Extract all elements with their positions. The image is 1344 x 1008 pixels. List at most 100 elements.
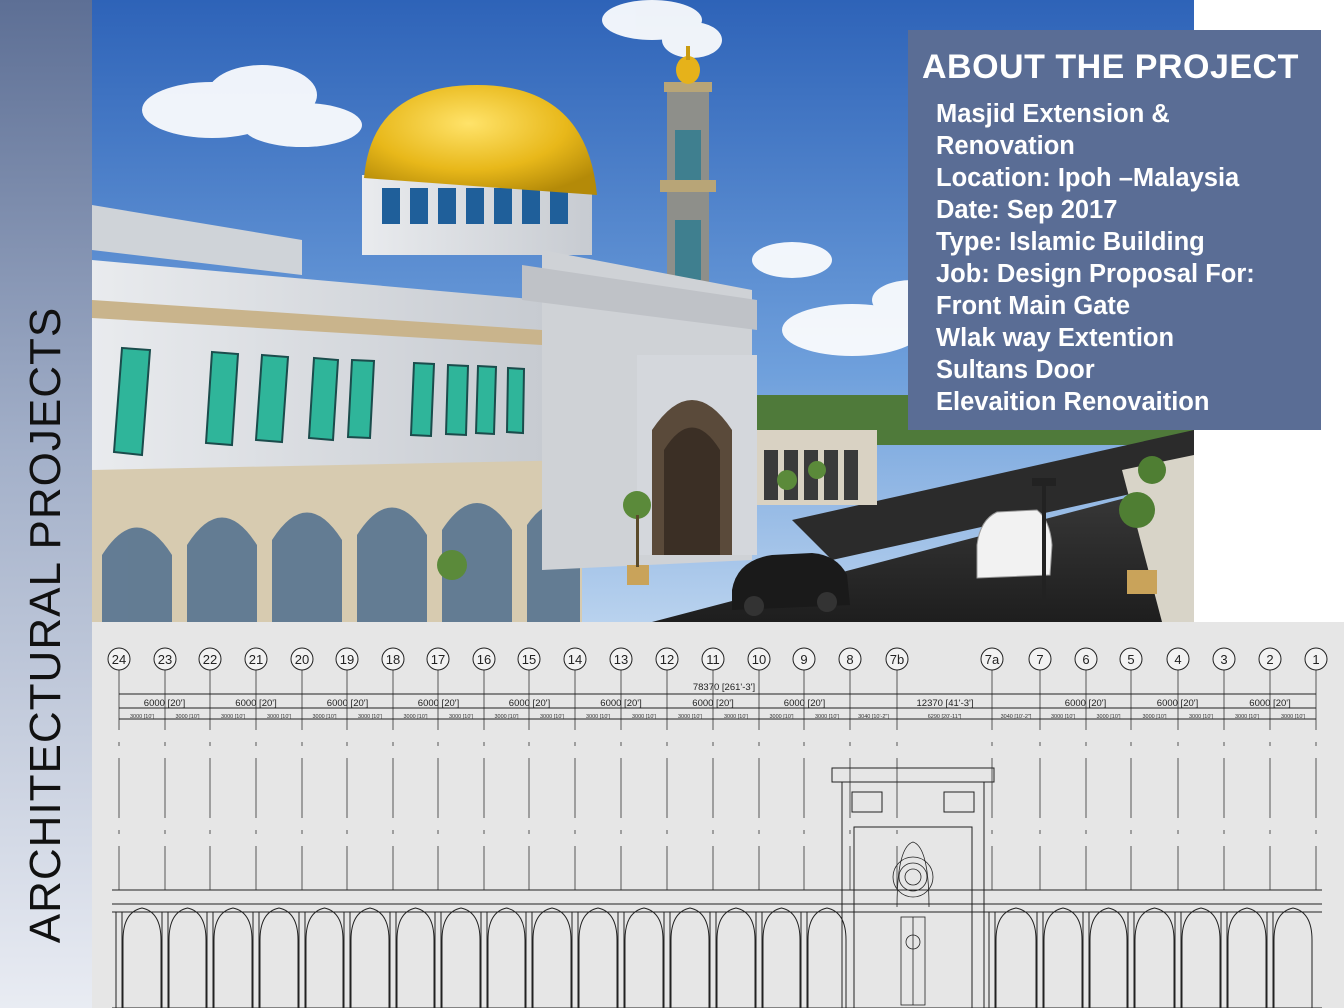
bay-dimension: 6000 [20'] xyxy=(600,698,641,709)
grid-label: 24 xyxy=(112,652,126,667)
column xyxy=(1036,911,1044,1008)
grid-label: 7b xyxy=(890,652,904,667)
grid-label: 19 xyxy=(340,652,354,667)
arch xyxy=(716,907,756,1008)
about-line: Job: Design Proposal For: xyxy=(936,260,1255,288)
arch xyxy=(1134,907,1175,1008)
arch xyxy=(807,907,847,1008)
sub-dimension: 3000 [10'] xyxy=(449,714,473,720)
arch xyxy=(762,907,801,1008)
sub-dimension: 3040 [10'-2"] xyxy=(858,714,889,720)
column xyxy=(1082,911,1090,1008)
bay-dimension: 6000 [20'] xyxy=(509,698,550,709)
column xyxy=(1174,911,1182,1008)
sub-dimension: 3000 [10'] xyxy=(267,714,291,720)
grid-label: 7 xyxy=(1036,652,1043,667)
about-line: Front Main Gate xyxy=(936,292,1131,320)
column xyxy=(115,911,123,1008)
overall-dimension: 78370 [261'-3'] xyxy=(693,682,755,693)
column xyxy=(800,911,808,1008)
sub-dimension: 3000 [10'] xyxy=(130,714,154,720)
column xyxy=(1266,911,1274,1008)
grid-label: 21 xyxy=(249,652,263,667)
arch xyxy=(122,907,162,1008)
column xyxy=(755,911,763,1008)
column xyxy=(663,911,671,1008)
bay-dimension: 6000 [20'] xyxy=(327,698,368,709)
column xyxy=(298,911,306,1008)
arch xyxy=(1043,907,1083,1008)
grid-label: 4 xyxy=(1174,652,1181,667)
column xyxy=(709,911,717,1008)
sub-dimension: 3000 [10'] xyxy=(678,714,702,720)
grid-label: 6 xyxy=(1082,652,1089,667)
bay-dimension: 6000 [20'] xyxy=(692,698,733,709)
sub-dimension: 3000 [10'] xyxy=(724,714,748,720)
sub-dimension: 3000 [10'] xyxy=(495,714,519,720)
arch xyxy=(995,907,1037,1008)
arch xyxy=(532,907,572,1008)
grid-label: 18 xyxy=(386,652,400,667)
sub-dimension: 3000 [10'] xyxy=(632,714,656,720)
grid-label: 5 xyxy=(1127,652,1134,667)
elevation-drawing: 24 23 22 21 20 19 18 17 16 15 14 13 12 11 10 9 8 7b 7a 7 6 5 4… xyxy=(92,622,1344,1008)
arch xyxy=(441,907,481,1008)
arch xyxy=(259,907,299,1008)
arch xyxy=(168,907,207,1008)
arch xyxy=(1181,907,1221,1008)
sub-dimension: 3000 [10'] xyxy=(1143,714,1167,720)
column xyxy=(617,911,625,1008)
grid-label: 20 xyxy=(295,652,309,667)
bay-dimension: 6000 [20'] xyxy=(1249,698,1290,709)
column xyxy=(525,911,533,1008)
bay-dimension: 6000 [20'] xyxy=(235,698,276,709)
arch xyxy=(1273,907,1313,1008)
about-line: Type: Islamic Building xyxy=(936,228,1205,256)
grid-label: 3 xyxy=(1220,652,1227,667)
bay-dimension: 6000 [20'] xyxy=(784,698,825,709)
sub-dimension: 3000 [10'] xyxy=(1235,714,1259,720)
sub-dimension: 3000 [10'] xyxy=(1281,714,1305,720)
grid-label: 10 xyxy=(752,652,766,667)
grid-label: 17 xyxy=(431,652,445,667)
column xyxy=(988,911,996,1008)
grid-label: 1 xyxy=(1312,652,1319,667)
about-line: Elevaition Renovaition xyxy=(936,388,1210,416)
sub-dimension: 3000 [10'] xyxy=(770,714,794,720)
grid-label: 12 xyxy=(660,652,674,667)
sub-dimension: 3000 [10'] xyxy=(1051,714,1075,720)
about-panel: ABOUT THE PROJECT Masjid Extension & Ren… xyxy=(908,30,1321,430)
arch xyxy=(578,907,618,1008)
column xyxy=(434,911,442,1008)
grid-label: 13 xyxy=(614,652,628,667)
about-line: Renovation xyxy=(936,132,1075,160)
grid-label: 16 xyxy=(477,652,491,667)
grid-label: 22 xyxy=(203,652,217,667)
grid-label: 9 xyxy=(800,652,807,667)
column xyxy=(1127,911,1135,1008)
grid-label: 23 xyxy=(158,652,172,667)
grid-label: 2 xyxy=(1266,652,1273,667)
sub-dimension: 6290 [20'-11"] xyxy=(928,714,962,720)
bay-dimension: 6000 [20'] xyxy=(144,698,185,709)
sub-dimension: 3000 [10'] xyxy=(540,714,564,720)
arch xyxy=(1089,907,1128,1008)
side-title: ARCHITECTURAL PROJECTS xyxy=(21,306,70,944)
bay-dimension: 6000 [20'] xyxy=(1157,698,1198,709)
grid-label: 7a xyxy=(985,652,1000,667)
arch xyxy=(670,907,710,1008)
about-line: Date: Sep 2017 xyxy=(936,196,1118,224)
sub-dimension: 3000 [10'] xyxy=(586,714,610,720)
sub-dimension: 3000 [10'] xyxy=(1097,714,1121,720)
arch xyxy=(1227,907,1267,1008)
about-line: Wlak way Extention xyxy=(936,324,1175,352)
sub-dimension: 3040 [10'-2"] xyxy=(1001,714,1032,720)
about-line: Location: Ipoh –Malaysia xyxy=(936,164,1240,192)
sub-dimension: 3000 [10'] xyxy=(404,714,428,720)
sub-dimension: 3000 [10'] xyxy=(358,714,382,720)
grid-label: 8 xyxy=(846,652,853,667)
arch xyxy=(213,907,253,1008)
sub-dimension: 3000 [10'] xyxy=(1189,714,1213,720)
about-line: Sultans Door xyxy=(936,356,1095,384)
column xyxy=(1220,911,1228,1008)
